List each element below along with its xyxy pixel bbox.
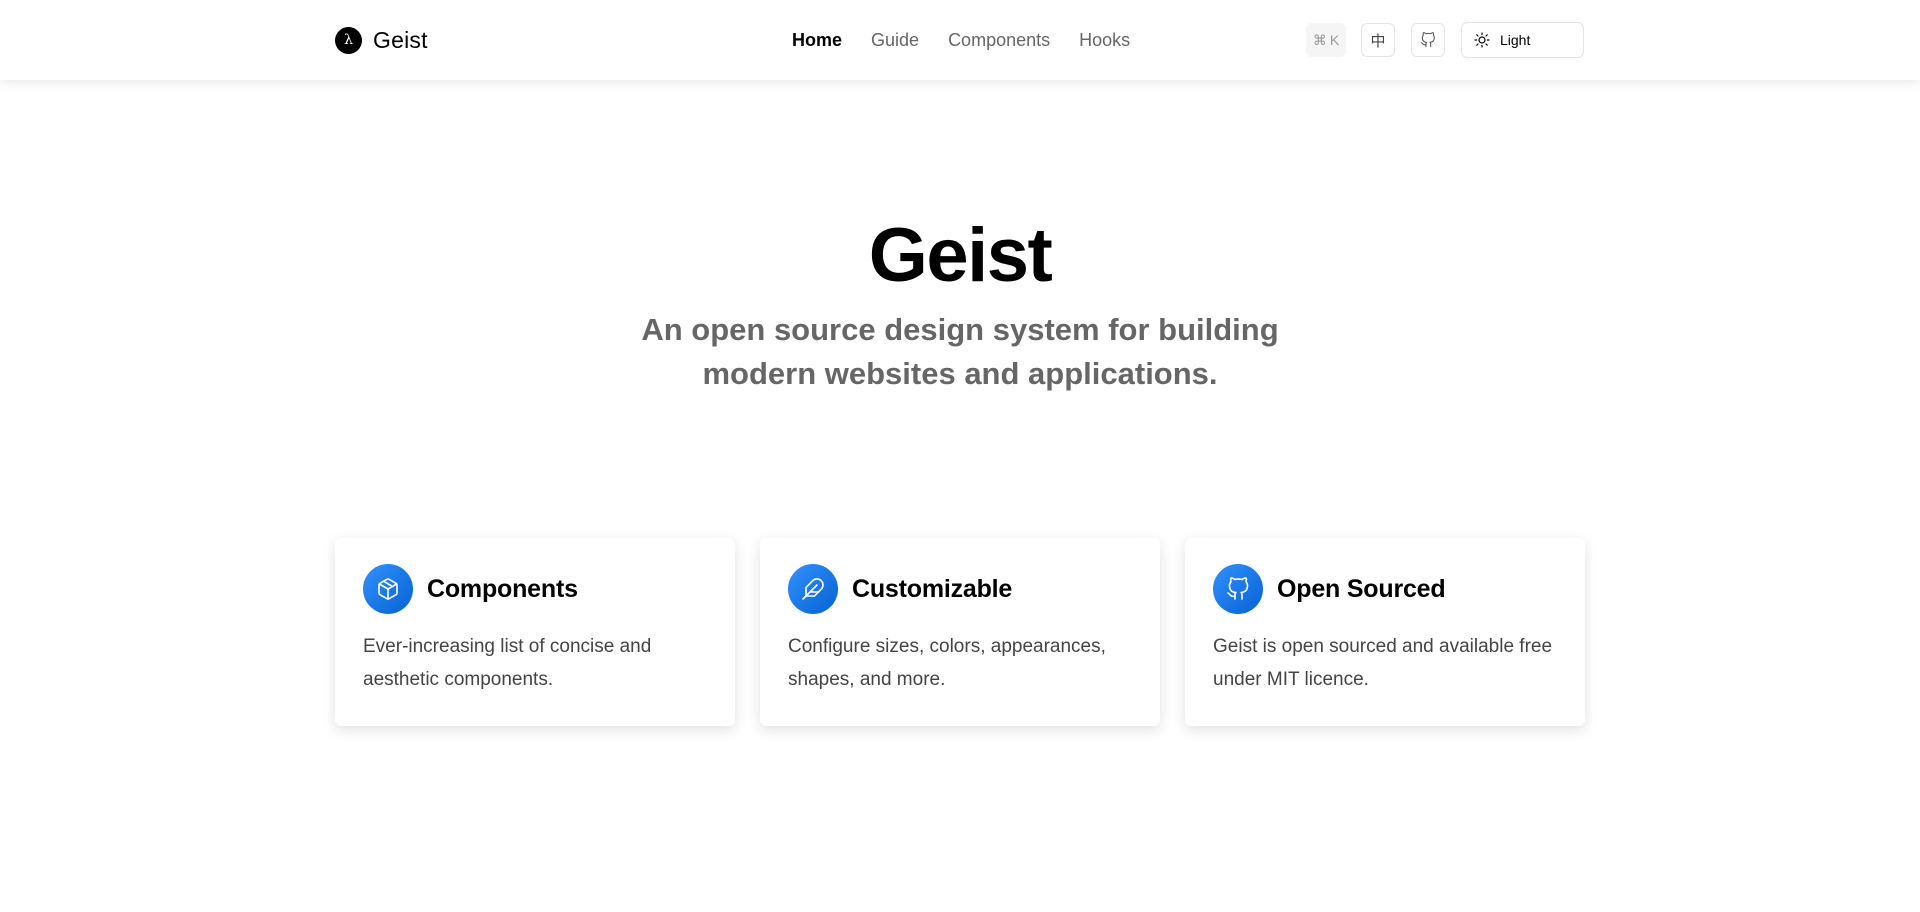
hero-subtitle: An open source design system for buildin… — [0, 308, 1920, 396]
card-description: Geist is open sourced and available free… — [1213, 636, 1553, 690]
search-shortcut-button[interactable]: ⌘ K — [1306, 23, 1346, 57]
github-link-button[interactable] — [1411, 23, 1445, 57]
feature-card-open-sourced[interactable]: Open Sourced Geist is open sourced and a… — [1185, 538, 1585, 726]
card-header: Components — [363, 564, 707, 614]
card-description: Ever-increasing list of concise and aest… — [363, 636, 652, 690]
main-nav: Home Guide Components Hooks — [792, 28, 1159, 52]
package-icon — [363, 564, 413, 614]
card-title: Customizable — [852, 574, 1013, 603]
card-header: Customizable — [788, 564, 1132, 614]
nav-components[interactable]: Components — [948, 28, 1050, 52]
language-label: 中 — [1370, 32, 1386, 50]
brand-home-link[interactable]: λ Geist — [335, 26, 428, 54]
feature-cards: Components Ever-increasing list of conci… — [335, 538, 1585, 726]
card-header: Open Sourced — [1213, 564, 1557, 614]
language-toggle-button[interactable]: 中 — [1361, 23, 1395, 57]
nav-home[interactable]: Home — [792, 28, 842, 52]
card-title: Open Sourced — [1277, 574, 1446, 603]
github-icon — [1420, 32, 1435, 48]
card-title: Components — [427, 574, 578, 603]
sun-icon — [1474, 32, 1490, 48]
brand-name: Geist — [373, 26, 428, 53]
k-key-label: K — [1329, 32, 1340, 48]
github-icon — [1213, 564, 1263, 614]
theme-select[interactable]: Light — [1461, 22, 1584, 58]
top-header: λ Geist Home Guide Components Hooks ⌘ K … — [0, 0, 1920, 80]
command-key-icon: ⌘ — [1312, 31, 1327, 48]
theme-select-value: Light — [1500, 32, 1531, 48]
feather-icon — [788, 564, 838, 614]
card-description: Configure sizes, colors, appearances, sh… — [788, 636, 1106, 690]
hero-title: Geist — [868, 213, 1053, 298]
feature-card-components[interactable]: Components Ever-increasing list of conci… — [335, 538, 735, 726]
feature-card-customizable[interactable]: Customizable Configure sizes, colors, ap… — [760, 538, 1160, 726]
nav-guide[interactable]: Guide — [871, 28, 919, 52]
hero-subtitle-line-2: modern websites and applications. — [702, 356, 1218, 391]
lambda-logo-icon: λ — [335, 26, 362, 54]
nav-hooks[interactable]: Hooks — [1079, 28, 1130, 52]
header-tools: ⌘ K 中 Light — [1306, 22, 1584, 58]
hero-subtitle-line-1: An open source design system for buildin… — [641, 312, 1279, 347]
